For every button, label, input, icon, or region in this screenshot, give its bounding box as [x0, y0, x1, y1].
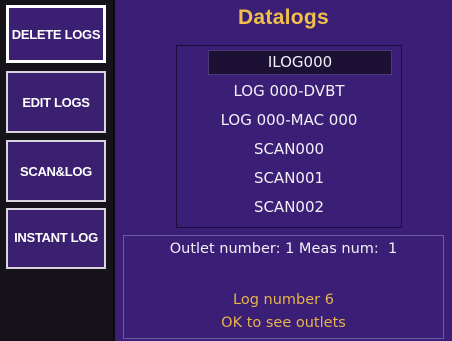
page-title: Datalogs [237, 6, 330, 29]
log-list-item[interactable]: SCAN002 [177, 195, 401, 220]
instant-log-button[interactable]: INSTANT LOG [6, 208, 106, 269]
log-list-item[interactable]: SCAN001 [177, 166, 401, 191]
log-number-text: Log number 6 [233, 292, 334, 308]
ok-hint-text: OK to see outlets [221, 315, 346, 331]
outlet-info: Outlet number: 1 Meas num: 1 [169, 241, 398, 257]
sidebar: DELETE LOGS EDIT LOGS SCAN&LOG INSTANT L… [0, 0, 113, 341]
log-info-box: Outlet number: 1 Meas num: 1 Log number … [123, 235, 444, 339]
datalogs-panel: Datalogs ILOG000 LOG 000-DVBT LOG 000-MA… [115, 0, 452, 341]
log-list-item[interactable]: ILOG000 [208, 50, 392, 75]
log-list-item[interactable]: SCAN000 [177, 137, 401, 162]
scan-and-log-button[interactable]: SCAN&LOG [6, 140, 106, 202]
edit-logs-button[interactable]: EDIT LOGS [6, 71, 106, 133]
log-list-item[interactable]: LOG 000-MAC 000 [177, 108, 401, 133]
log-list: ILOG000 LOG 000-DVBT LOG 000-MAC 000 SCA… [176, 45, 402, 228]
log-list-item[interactable]: LOG 000-DVBT [177, 79, 401, 104]
delete-logs-button[interactable]: DELETE LOGS [6, 5, 106, 63]
